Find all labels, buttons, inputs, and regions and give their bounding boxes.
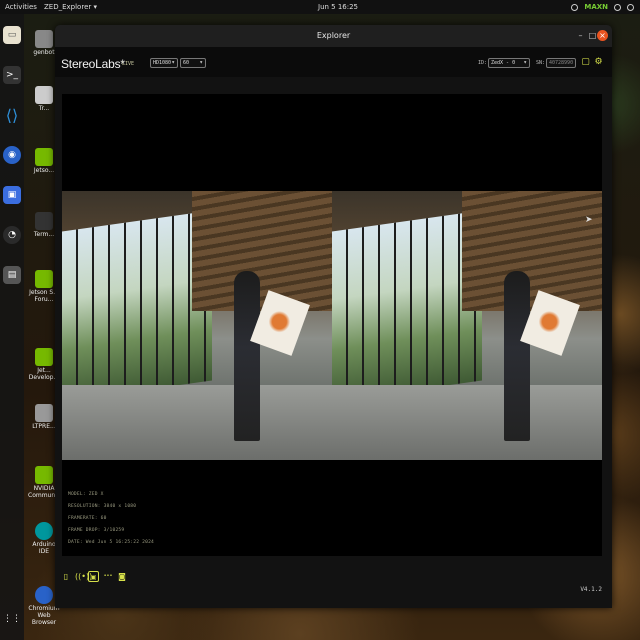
chromium-icon[interactable]: ◉ <box>3 146 21 164</box>
explorer-bottom-bar: ▯ ((•)) ▣ ••• ◙ V4.1.2 <box>55 561 612 608</box>
files-icon[interactable]: ▭ <box>3 26 21 44</box>
info-resolution: RESOLUTION: 3840 x 1080 <box>68 504 137 509</box>
mouse-cursor-icon: ➤ <box>585 215 593 225</box>
explorer-toolbar: StereoLabs* LIVE HD1080 ▾ 60 ▾ ID: ZedX - … <box>55 47 612 77</box>
settings-gear-icon[interactable]: ⚙ <box>593 57 604 68</box>
camera-id-label: ID: <box>478 60 488 66</box>
top-bar: Activities ZED_Explorer ▾ Jun 5 16:25 MA… <box>0 0 640 14</box>
imu-icon[interactable]: ••• <box>102 571 114 582</box>
nvidia-power-mode[interactable]: MAXN <box>584 3 608 11</box>
clock[interactable]: Jun 5 16:25 <box>318 3 358 11</box>
right-camera-image <box>332 191 602 460</box>
terminal-icon[interactable]: >_ <box>3 66 21 84</box>
recording-icon[interactable]: ▢ <box>580 57 591 68</box>
zed-explorer-icon[interactable]: ▤ <box>3 266 21 284</box>
snapshot-camera-icon[interactable]: ◙ <box>117 571 127 582</box>
info-date: DATE: Wed Jun 5 16:25:22 2024 <box>68 540 155 545</box>
serial-number-field: 40728990 <box>546 58 576 68</box>
version-label: V4.1.2 <box>580 586 602 593</box>
activities-button[interactable]: Activities <box>5 3 37 11</box>
info-model: MODEL: ZED X <box>68 492 104 497</box>
stream-icon[interactable]: ((•)) <box>75 571 92 582</box>
live-label: LIVE <box>122 61 135 67</box>
fps-select[interactable]: 60 ▾ <box>180 58 206 68</box>
app-menu[interactable]: ZED_Explorer ▾ <box>44 3 97 11</box>
power-icon[interactable] <box>627 3 634 11</box>
system-tray[interactable]: MAXN <box>571 3 634 11</box>
chevron-down-icon: ▾ <box>199 59 203 66</box>
screenshot-icon[interactable]: ▣ <box>3 186 21 204</box>
serial-number-label: SN: <box>536 60 546 66</box>
minimize-button[interactable]: – <box>575 30 586 41</box>
resolution-select[interactable]: HD1080 ▾ <box>150 58 178 68</box>
info-framerate: FRAMERATE: 60 <box>68 516 107 521</box>
chevron-down-icon: ▾ <box>171 59 175 66</box>
vscode-icon[interactable]: ⟨⟩ <box>3 106 21 125</box>
show-apps-icon[interactable]: ⋮⋮ <box>3 610 21 628</box>
svo-icon[interactable]: ▣ <box>88 571 99 582</box>
folder-icon[interactable]: ▯ <box>61 571 71 582</box>
camera-id-select[interactable]: ZedX - 0 ▾ <box>488 58 530 68</box>
info-frame-drop: FRAME DROP: 3/10259 <box>68 528 125 533</box>
close-button[interactable]: × <box>597 30 608 41</box>
window-titlebar[interactable]: Explorer – □ × <box>55 25 612 47</box>
network-icon[interactable] <box>571 3 579 11</box>
chevron-down-icon: ▾ <box>523 59 527 66</box>
video-viewport[interactable]: MODEL: ZED X RESOLUTION: 3840 x 1080 FRA… <box>62 94 602 556</box>
dock: ▭ >_ ⟨⟩ ◉ ▣ ◔ ▤ ⋮⋮ <box>0 14 24 640</box>
obs-icon[interactable]: ◔ <box>3 226 21 244</box>
stereolabs-logo: StereoLabs* <box>61 57 125 71</box>
left-camera-image <box>62 191 332 460</box>
explorer-window: Explorer – □ × StereoLabs* LIVE HD1080 ▾ … <box>55 25 612 608</box>
volume-icon[interactable] <box>614 3 621 11</box>
window-title: Explorer <box>316 31 351 40</box>
